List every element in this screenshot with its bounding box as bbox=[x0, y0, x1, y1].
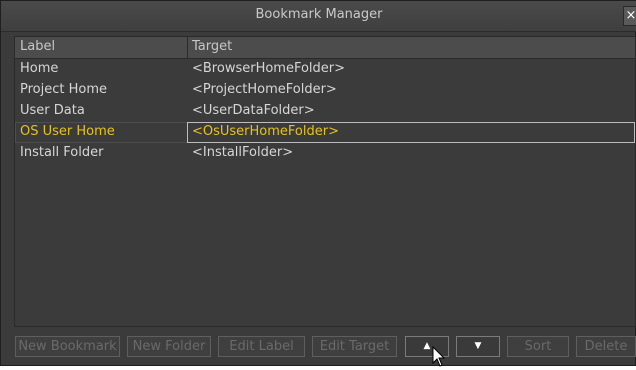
sort-button[interactable]: Sort bbox=[507, 336, 569, 357]
move-down-button[interactable]: ▼ bbox=[456, 336, 500, 357]
column-divider[interactable] bbox=[187, 37, 188, 58]
row-target: <InstallFolder> bbox=[192, 145, 294, 160]
edit-label-button[interactable]: Edit Label bbox=[218, 336, 305, 357]
table-row[interactable]: User Data <UserDataFolder> bbox=[15, 101, 635, 122]
column-header-label[interactable]: Label bbox=[20, 39, 55, 54]
table-row[interactable]: Project Home <ProjectHomeFolder> bbox=[15, 80, 635, 101]
row-label: Project Home bbox=[20, 82, 108, 97]
column-header-target[interactable]: Target bbox=[192, 39, 232, 54]
table-header: Label Target bbox=[15, 37, 635, 59]
bookmark-manager-window: Bookmark Manager × Label Target Home <Br… bbox=[0, 0, 636, 366]
delete-button[interactable]: Delete bbox=[576, 336, 636, 357]
bookmark-table: Label Target Home <BrowserHomeFolder> Pr… bbox=[14, 36, 636, 327]
row-target: <ProjectHomeFolder> bbox=[192, 82, 337, 97]
row-label: Install Folder bbox=[20, 145, 104, 160]
row-target: <BrowserHomeFolder> bbox=[192, 61, 346, 76]
table-row-selected[interactable]: OS User Home <OsUserHomeFolder> bbox=[15, 122, 635, 143]
row-label: User Data bbox=[20, 103, 85, 118]
row-label: OS User Home bbox=[20, 124, 115, 139]
title-bar[interactable]: Bookmark Manager × bbox=[1, 1, 636, 32]
edit-target-button[interactable]: Edit Target bbox=[312, 336, 397, 357]
row-target: <OsUserHomeFolder> bbox=[192, 124, 339, 139]
row-target: <UserDataFolder> bbox=[192, 103, 315, 118]
window-title: Bookmark Manager bbox=[255, 7, 383, 22]
new-bookmark-button[interactable]: New Bookmark bbox=[15, 336, 120, 357]
row-label: Home bbox=[20, 61, 59, 76]
table-row[interactable]: Install Folder <InstallFolder> bbox=[15, 143, 635, 164]
new-folder-button[interactable]: New Folder bbox=[127, 336, 211, 357]
close-icon[interactable]: × bbox=[623, 6, 636, 26]
table-row[interactable]: Home <BrowserHomeFolder> bbox=[15, 59, 635, 80]
mouse-cursor-icon bbox=[432, 346, 446, 367]
